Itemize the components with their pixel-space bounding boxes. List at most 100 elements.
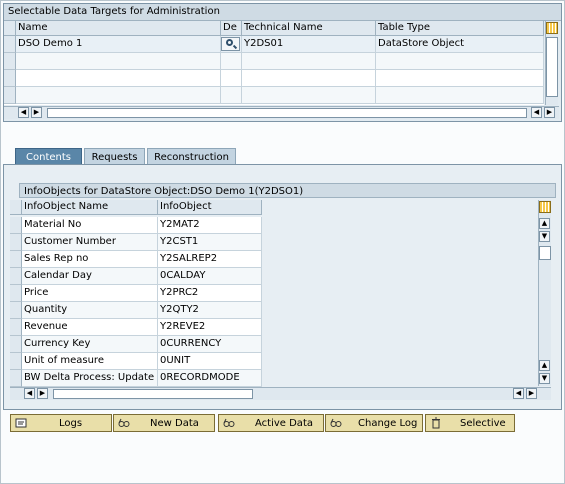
row-selector[interactable] (10, 319, 22, 336)
change-log-label: Change Log (358, 418, 418, 429)
col-header-name[interactable]: Name (16, 21, 221, 36)
scroll-left-icon[interactable]: ◀ (24, 388, 35, 399)
infoobject-name-cell[interactable]: Unit of measure (22, 353, 158, 370)
column-settings-icon[interactable] (539, 201, 551, 213)
row-selector[interactable] (10, 370, 22, 387)
active-data-label: Active Data (255, 418, 313, 429)
col-header-table-type[interactable]: Table Type (376, 21, 544, 36)
scroll-left-icon[interactable]: ◀ (513, 388, 524, 399)
infoobject-name-cell[interactable]: Quantity (22, 302, 158, 319)
empty-cell (16, 70, 221, 87)
empty-cell (16, 87, 221, 104)
infoobject-name-cell[interactable]: Currency Key (22, 336, 158, 353)
row-selector[interactable] (10, 234, 22, 251)
col-header-detail[interactable]: De (221, 21, 242, 36)
infoobject-name-cell[interactable]: Sales Rep no (22, 251, 158, 268)
scroll-up-icon[interactable]: ▲ (539, 360, 550, 371)
empty-cell (242, 53, 376, 70)
empty-cell (221, 53, 242, 70)
table-type-cell[interactable]: DataStore Object (376, 36, 544, 53)
scroll-down-icon[interactable]: ▼ (539, 373, 550, 384)
scroll-thumb[interactable] (539, 246, 551, 260)
row-selector[interactable] (10, 285, 22, 302)
infoobject-id-cell[interactable]: Y2MAT2 (158, 217, 262, 234)
infoobject-id-cell[interactable]: 0CURRENCY (158, 336, 262, 353)
scroll-thumb[interactable] (546, 37, 558, 97)
log-icon (15, 418, 27, 428)
empty-cell (16, 53, 221, 70)
empty-cell (242, 87, 376, 104)
target-name-cell[interactable]: DSO Demo 1 (16, 36, 221, 53)
empty-cell (242, 70, 376, 87)
infoobject-name-cell[interactable]: BW Delta Process: Update Mo (22, 370, 158, 387)
infoobject-id-cell[interactable]: 0CALDAY (158, 268, 262, 285)
scroll-thumb[interactable] (53, 389, 253, 399)
lower-horizontal-scrollbar[interactable]: ◀ ▶ ◀ ▶ (10, 387, 551, 400)
tab-reconstruction[interactable]: Reconstruction (147, 148, 236, 165)
scroll-right-icon[interactable]: ▶ (31, 107, 42, 118)
glasses-icon (118, 418, 130, 427)
col-header-technical-name[interactable]: Technical Name (242, 21, 376, 36)
data-targets-table: Name De Technical Name Table Type DSO De… (4, 21, 544, 105)
magnifier-icon[interactable] (221, 37, 240, 51)
col-header-infoobject[interactable]: InfoObject (158, 200, 262, 215)
row-selector[interactable] (10, 336, 22, 353)
tab-contents[interactable]: Contents (15, 148, 82, 165)
detail-cell (221, 36, 242, 53)
active-data-button[interactable]: Active Data (218, 414, 324, 432)
column-settings-icon[interactable] (546, 22, 558, 34)
top-vertical-scrollbar[interactable] (545, 21, 558, 105)
trash-icon (432, 417, 440, 429)
table-corner[interactable] (4, 21, 16, 36)
row-selector[interactable] (4, 53, 16, 70)
col-header-infoobject-name[interactable]: InfoObject Name (22, 200, 158, 215)
lower-vertical-scrollbar[interactable]: ▲ ▼ ▲ ▼ (538, 200, 551, 386)
top-horizontal-scrollbar[interactable]: ◀ ▶ ◀ ▶ (4, 106, 559, 119)
scroll-thumb[interactable] (47, 108, 527, 118)
new-data-label: New Data (150, 418, 199, 429)
scroll-right-icon[interactable]: ▶ (526, 388, 537, 399)
infoobject-name-cell[interactable]: Calendar Day (22, 268, 158, 285)
scroll-down-icon[interactable]: ▼ (539, 231, 550, 242)
infoobject-id-cell[interactable]: Y2QTY2 (158, 302, 262, 319)
scroll-left-icon[interactable]: ◀ (531, 107, 542, 118)
row-selector[interactable] (10, 268, 22, 285)
infoobject-id-cell[interactable]: 0RECORDMODE (158, 370, 262, 387)
infoobject-id-cell[interactable]: Y2SALREP2 (158, 251, 262, 268)
row-selector[interactable] (10, 217, 22, 234)
table-corner[interactable] (10, 200, 22, 215)
infoobject-name-cell[interactable]: Revenue (22, 319, 158, 336)
infoobject-name-cell[interactable]: Price (22, 285, 158, 302)
tab-requests[interactable]: Requests (84, 148, 145, 165)
row-selector[interactable] (10, 353, 22, 370)
glasses-icon (330, 418, 342, 427)
logs-label: Logs (59, 418, 83, 429)
row-selector[interactable] (10, 251, 22, 268)
empty-cell (376, 87, 544, 104)
infoobject-id-cell[interactable]: 0UNIT (158, 353, 262, 370)
selective-label: Selective (460, 418, 506, 429)
infoobject-name-cell[interactable]: Customer Number (22, 234, 158, 251)
selective-button[interactable]: Selective (425, 414, 515, 432)
scroll-up-icon[interactable]: ▲ (539, 218, 550, 229)
scroll-left-icon[interactable]: ◀ (18, 107, 29, 118)
scroll-right-icon[interactable]: ▶ (37, 388, 48, 399)
scroll-right-icon[interactable]: ▶ (544, 107, 555, 118)
infoobjects-title: InfoObjects for DataStore Object:DSO Dem… (19, 183, 556, 198)
empty-cell (221, 70, 242, 87)
infoobject-id-cell[interactable]: Y2REVE2 (158, 319, 262, 336)
row-selector[interactable] (4, 87, 16, 104)
infoobject-name-cell[interactable]: Material No (22, 217, 158, 234)
change-log-button[interactable]: Change Log (325, 414, 423, 432)
logs-button[interactable]: Logs (10, 414, 112, 432)
infoobject-id-cell[interactable]: Y2CST1 (158, 234, 262, 251)
new-data-button[interactable]: New Data (113, 414, 215, 432)
empty-cell (376, 70, 544, 87)
empty-cell (221, 87, 242, 104)
row-selector[interactable] (10, 302, 22, 319)
row-selector[interactable] (4, 70, 16, 87)
data-targets-title-bar: Selectable Data Targets for Administrati… (4, 4, 561, 21)
infoobject-id-cell[interactable]: Y2PRC2 (158, 285, 262, 302)
row-selector[interactable] (4, 36, 16, 53)
technical-name-cell[interactable]: Y2DS01 (242, 36, 376, 53)
